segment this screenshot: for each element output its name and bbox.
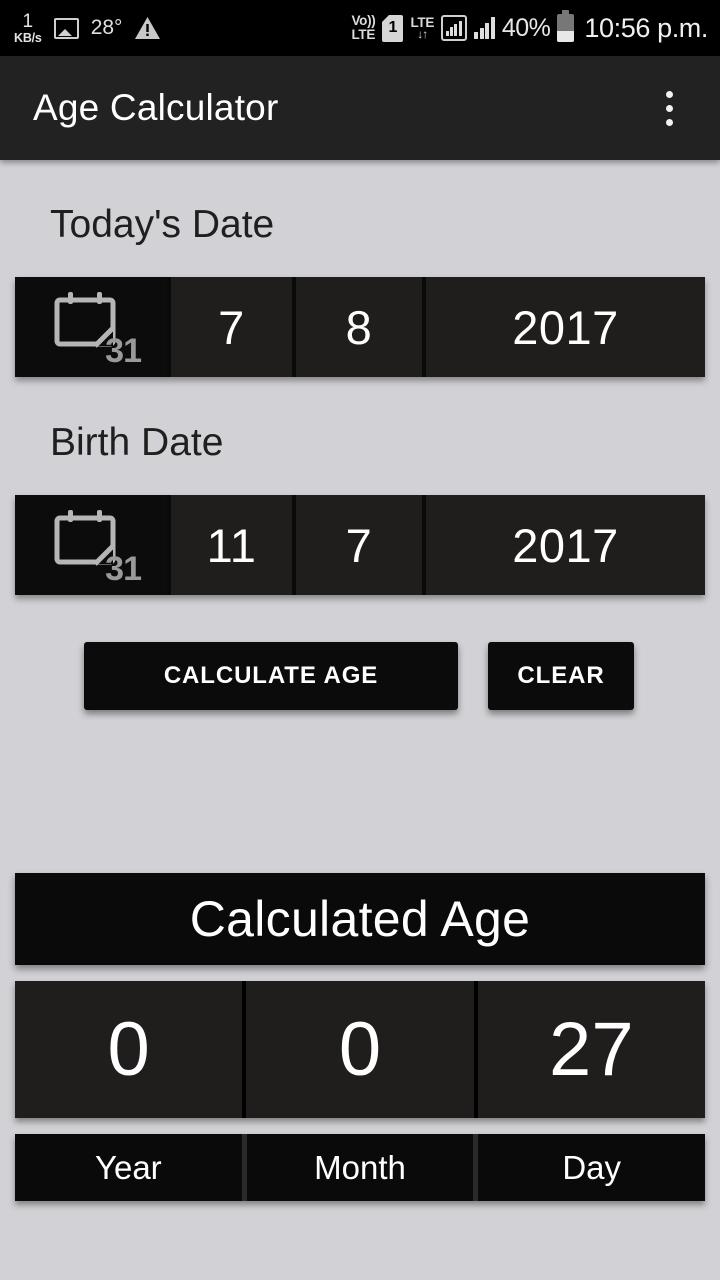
status-bar: 1 KB/s 28° Vo)) LTE 1 LTE ↓↑ 40% 10:56 p…	[0, 0, 720, 56]
todays-date-year-field[interactable]: 2017	[422, 277, 705, 377]
network-speed-indicator: 1 KB/s	[14, 12, 42, 45]
temperature-label: 28°	[90, 16, 123, 39]
birth-date-month-field[interactable]: 7	[292, 495, 422, 595]
todays-date-month-field[interactable]: 8	[292, 277, 422, 377]
app-bar: Age Calculator	[0, 56, 720, 160]
todays-date-calendar-button[interactable]: 31	[15, 277, 167, 377]
age-months-label: Month	[241, 1134, 474, 1201]
birth-date-day-field[interactable]: 11	[167, 495, 292, 595]
age-days-value: 27	[473, 981, 705, 1118]
age-years-value: 0	[15, 981, 243, 1118]
calendar-icon: 31	[43, 508, 142, 588]
birth-date-label: Birth Date	[50, 421, 224, 464]
network-speed-unit: KB/s	[14, 30, 42, 45]
status-bar-left: 1 KB/s 28°	[0, 12, 161, 45]
calculated-age-values-row: 0 0 27	[15, 981, 705, 1118]
main-content: Today's Date 31 7 8 2017 Birth Date 31 1…	[0, 160, 720, 1201]
clear-button[interactable]: CLEAR	[488, 642, 634, 710]
app-screen: 1 KB/s 28° Vo)) LTE 1 LTE ↓↑ 40% 10:56 p…	[0, 0, 720, 1280]
sim-slot-icon: 1	[382, 14, 404, 42]
todays-date-row: 31 7 8 2017	[15, 277, 705, 377]
birth-date-year-field[interactable]: 2017	[422, 495, 705, 595]
image-icon	[53, 17, 79, 39]
calculated-age-labels-row: Year Month Day	[15, 1134, 706, 1201]
volte-icon: Vo)) LTE	[351, 12, 376, 42]
calculate-age-button[interactable]: CALCULATE AGE	[84, 642, 458, 710]
battery-icon	[557, 10, 575, 42]
calendar-icon-day: 31	[105, 332, 142, 370]
warning-triangle-icon	[134, 16, 161, 40]
network-speed-value: 1	[22, 10, 34, 32]
birth-date-row: 31 11 7 2017	[15, 495, 705, 595]
status-bar-clock: 10:56 p.m.	[584, 12, 708, 43]
boxed-signal-icon	[441, 15, 468, 41]
battery-percent-label: 40%	[501, 13, 551, 42]
todays-date-day-field[interactable]: 7	[167, 277, 292, 377]
page-title: Age Calculator	[33, 87, 279, 128]
todays-date-label: Today's Date	[50, 203, 275, 246]
calendar-icon: 31	[43, 290, 142, 370]
signal-bars-icon	[474, 17, 495, 39]
age-months-value: 0	[242, 981, 474, 1118]
age-days-label: Day	[473, 1134, 706, 1201]
calendar-icon-day: 31	[105, 550, 142, 588]
lte-data-icon: LTE ↓↑	[410, 14, 435, 42]
calculated-age-heading: Calculated Age	[15, 873, 705, 965]
birth-date-calendar-button[interactable]: 31	[15, 495, 167, 595]
status-bar-right: Vo)) LTE 1 LTE ↓↑ 40% 10:56 p.m.	[351, 10, 720, 44]
age-years-label: Year	[15, 1134, 242, 1201]
action-button-row: CALCULATE AGE CLEAR	[0, 642, 720, 710]
overflow-menu-icon[interactable]	[646, 82, 692, 134]
